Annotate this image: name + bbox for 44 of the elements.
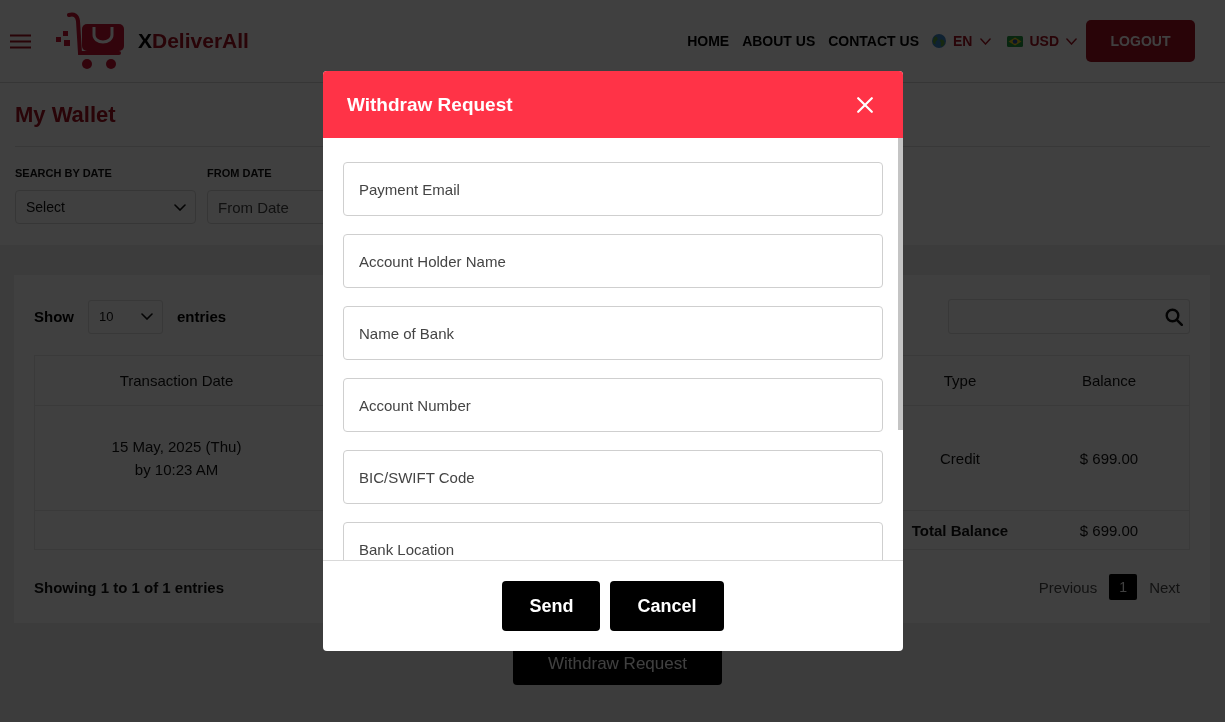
date-filter-select[interactable]: Select [15, 190, 196, 224]
chevron-down-icon [174, 203, 186, 211]
entries-info: Showing 1 to 1 of 1 entries [34, 578, 225, 596]
text-input-field[interactable]: Payment Email [343, 162, 883, 216]
nav-link[interactable]: HOME [687, 33, 730, 49]
filter-label: FROM DATE [207, 167, 272, 180]
table-cell-text: Credit [940, 448, 980, 469]
table-cell-text: 15 May, 2025 (Thu) by 10:23 AM [111, 437, 242, 480]
column-header: Balance [1081, 371, 1137, 391]
cancel-button[interactable]: Cancel [610, 581, 724, 631]
total-label: Total Balance [911, 520, 1009, 541]
show-label: Show [34, 308, 74, 325]
close-button[interactable] [857, 96, 873, 113]
chevron-down-icon [141, 313, 153, 320]
chevron-down-icon [1066, 37, 1077, 45]
page-title: My Wallet [15, 103, 116, 127]
nav-link[interactable]: CONTACT US [828, 33, 919, 49]
column-header: Transaction Date [119, 371, 234, 391]
modal-title: Withdraw Request [347, 93, 513, 116]
flag-icon [1007, 35, 1024, 47]
brand-name: XDeliverAll [138, 29, 249, 53]
text-input-field[interactable]: Account Holder Name [343, 234, 883, 288]
cart-logo [55, 12, 126, 70]
nav-link[interactable]: ABOUT US [742, 33, 816, 49]
text-input-field[interactable]: Bank Location [343, 522, 883, 560]
filter-label: SEARCH BY DATE [15, 167, 112, 180]
menu-icon [10, 33, 31, 49]
currency-dropdown[interactable]: USD [1007, 33, 1077, 49]
close-icon [857, 96, 873, 113]
chevron-down-icon [980, 37, 992, 45]
search-field[interactable] [948, 299, 1190, 334]
entries-select[interactable]: 10 [88, 299, 163, 334]
total-value: $ 699.00 [1079, 520, 1139, 541]
globe-icon [932, 34, 946, 48]
text-input-field[interactable]: BIC/SWIFT Code [343, 450, 883, 504]
column-header: Type [943, 371, 977, 391]
search-icon [1165, 307, 1183, 326]
send-button[interactable]: Send [502, 581, 601, 631]
language-dropdown[interactable]: EN [932, 33, 992, 49]
table-cell-text: $ 699.00 [1079, 448, 1139, 469]
page-button[interactable]: 1 [1109, 574, 1138, 600]
text-input-field[interactable]: Name of Bank [343, 306, 883, 360]
entries-label: entries [177, 308, 227, 325]
text-input-field[interactable]: Account Number [343, 378, 883, 432]
